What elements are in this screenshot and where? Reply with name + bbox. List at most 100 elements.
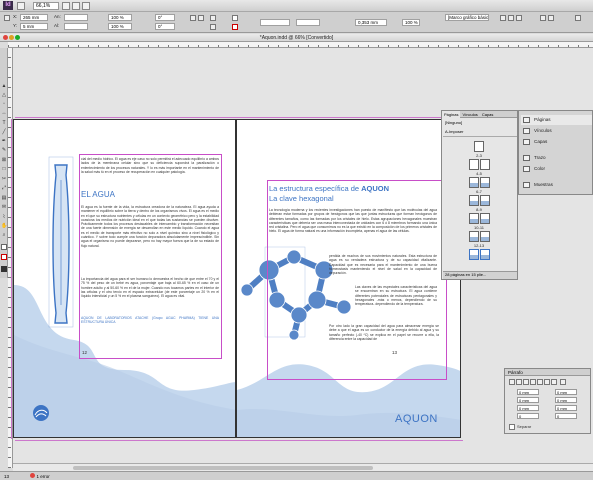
rectangle-tool-icon[interactable]: □ <box>1 166 7 172</box>
shear-field[interactable]: 0° <box>155 23 175 30</box>
first-line-indent-field[interactable]: 0 mm <box>517 397 539 403</box>
zoom-level-field[interactable]: 66,1% <box>33 2 59 10</box>
last-line-indent-field[interactable]: 0 mm <box>555 397 577 403</box>
stroke-mm-field[interactable]: 0,353 mm <box>355 19 387 26</box>
dock-layers[interactable]: Capas <box>521 137 592 147</box>
direct-selection-tool-icon[interactable]: △ <box>1 92 7 98</box>
none-master-row[interactable]: [Ninguno] <box>443 120 517 126</box>
hyphenate-checkbox[interactable] <box>509 424 515 430</box>
thumb-page-10[interactable] <box>469 231 479 242</box>
gradient-tool-icon[interactable]: ▤ <box>1 195 7 201</box>
zoom-tool-icon[interactable]: ⌕ <box>1 232 7 238</box>
page-13[interactable]: La estructura específica de AQUON La cla… <box>236 119 461 438</box>
justify-all-icon[interactable] <box>551 379 557 385</box>
rectangle-frame-tool-icon[interactable]: ⊠ <box>1 157 7 163</box>
scale-x-field[interactable]: 100 % <box>108 14 132 21</box>
space-after-field[interactable]: 0 mm <box>555 405 577 411</box>
thumb-page-5[interactable] <box>480 177 490 188</box>
free-transform-tool-icon[interactable]: ⤢ <box>1 185 7 191</box>
section-heading[interactable]: EL AGUA <box>81 190 219 200</box>
dock-stroke[interactable]: Trazo <box>521 153 592 163</box>
text-wrap-icon[interactable] <box>500 15 506 21</box>
minimize-icon[interactable] <box>9 35 14 40</box>
dock-pages[interactable]: Páginas <box>521 115 592 125</box>
dock-links[interactable]: Vínculos <box>521 126 592 136</box>
align-left-icon[interactable] <box>509 379 515 385</box>
stroke-weight-field[interactable] <box>260 19 290 26</box>
scissors-tool-icon[interactable]: ✂ <box>1 176 7 182</box>
document-tab[interactable]: *Aquon.indd @ 66% [Convertido] <box>0 34 593 42</box>
thumb-page-4[interactable] <box>469 177 479 188</box>
thumb-page-13[interactable] <box>480 249 490 260</box>
hand-tool-icon[interactable]: ✋ <box>1 223 7 229</box>
callout-text[interactable]: AQUON DE LABORATORIOS ATACHE (Grupo AGAC… <box>81 316 219 325</box>
right-body-4[interactable]: Por otro lado la gran capacidad del agua… <box>329 324 439 341</box>
thumb-page-7[interactable] <box>480 195 490 206</box>
space-before-field[interactable]: 0 mm <box>517 405 539 411</box>
selection-tool-icon[interactable]: ▲ <box>1 83 7 89</box>
body-paragraph[interactable]: El agua es la fuente de la vida, la estr… <box>81 205 219 248</box>
right-subtitle[interactable]: La clave hexagonal <box>269 194 439 203</box>
x-field[interactable]: 265 mm <box>20 14 48 21</box>
thumb-page-1[interactable] <box>474 141 484 152</box>
gap-tool-icon[interactable]: ↔ <box>1 110 7 116</box>
select-content-icon[interactable] <box>210 24 216 30</box>
reference-point-icon[interactable] <box>4 15 10 21</box>
thumb-page-12[interactable] <box>469 249 479 260</box>
width-field[interactable] <box>64 14 88 21</box>
dock-color[interactable]: Color <box>521 164 592 174</box>
dock-swatches[interactable]: Muestras <box>521 180 592 190</box>
thumb-page-9[interactable] <box>480 213 490 224</box>
preflight-status[interactable]: 1 error <box>37 474 50 479</box>
right-body-2[interactable]: perdida de muchos de sus movimientos nat… <box>329 254 437 275</box>
close-icon[interactable] <box>3 35 8 40</box>
eyedropper-tool-icon[interactable]: ⌇ <box>1 214 7 220</box>
stroke-color-icon[interactable] <box>1 254 7 260</box>
flip-vertical-icon[interactable] <box>198 15 204 21</box>
columns-icon[interactable] <box>540 15 546 21</box>
align-center-icon[interactable] <box>516 379 522 385</box>
align-spine-icon[interactable] <box>560 379 566 385</box>
page-number-field[interactable]: 13 <box>4 474 9 479</box>
screen-mode-icon[interactable] <box>72 2 80 10</box>
horizontal-scrollbar[interactable] <box>13 463 593 471</box>
body-paragraph-2[interactable]: La importancia del agua para el ser huma… <box>81 277 219 298</box>
bridge-icon[interactable] <box>17 2 25 10</box>
tab-links[interactable]: Vínculos <box>460 111 479 118</box>
stroke-swatch-icon[interactable] <box>232 24 238 30</box>
fitting-icon[interactable] <box>548 15 554 21</box>
select-container-icon[interactable] <box>210 15 216 21</box>
opacity-field[interactable]: 100 % <box>402 19 420 26</box>
object-style-field[interactable]: [Marco gráfico básico]+ <box>445 14 489 21</box>
zoom-icon[interactable] <box>15 35 20 40</box>
scrollbar-thumb[interactable] <box>73 466 373 470</box>
thumb-page-6[interactable] <box>469 195 479 206</box>
line-tool-icon[interactable]: ╱ <box>1 129 7 135</box>
master-row[interactable]: A-Imposer <box>443 129 517 137</box>
right-body-3[interactable]: Las claves de las especiales característ… <box>355 285 437 306</box>
view-mode-icon[interactable] <box>1 266 7 272</box>
type-tool-icon[interactable]: T <box>1 120 7 126</box>
align-right-icon[interactable] <box>523 379 529 385</box>
page-12[interactable]: cial del medio hídrico. El agua es eje c… <box>13 119 236 438</box>
thumb-page-11[interactable] <box>480 231 490 242</box>
text-wrap-around-icon[interactable] <box>508 15 514 21</box>
y-field[interactable]: 5 mm <box>20 23 48 30</box>
drop-cap-chars-field[interactable]: 0 <box>555 413 577 419</box>
tab-layers[interactable]: Capas <box>480 111 496 118</box>
note-tool-icon[interactable]: ✉ <box>1 204 7 210</box>
height-field[interactable] <box>64 23 88 30</box>
pencil-tool-icon[interactable]: ✎ <box>1 147 7 153</box>
panel-menu-icon[interactable] <box>575 15 581 21</box>
right-title[interactable]: La estructura específica de AQUON <box>269 184 439 193</box>
intro-paragraph[interactable]: cial del medio hídrico. El agua es eje c… <box>81 157 219 174</box>
thumb-page-8[interactable] <box>469 213 479 224</box>
page-tool-icon[interactable]: ▫ <box>1 101 7 107</box>
arrange-documents-icon[interactable] <box>82 2 90 10</box>
stroke-type-field[interactable] <box>296 19 320 26</box>
right-body[interactable]: La tecnología moderna y los recientes in… <box>269 208 437 234</box>
left-indent-field[interactable]: 0 mm <box>517 389 539 395</box>
justify-center-icon[interactable] <box>537 379 543 385</box>
flip-horizontal-icon[interactable] <box>190 15 196 21</box>
justify-right-icon[interactable] <box>544 379 550 385</box>
